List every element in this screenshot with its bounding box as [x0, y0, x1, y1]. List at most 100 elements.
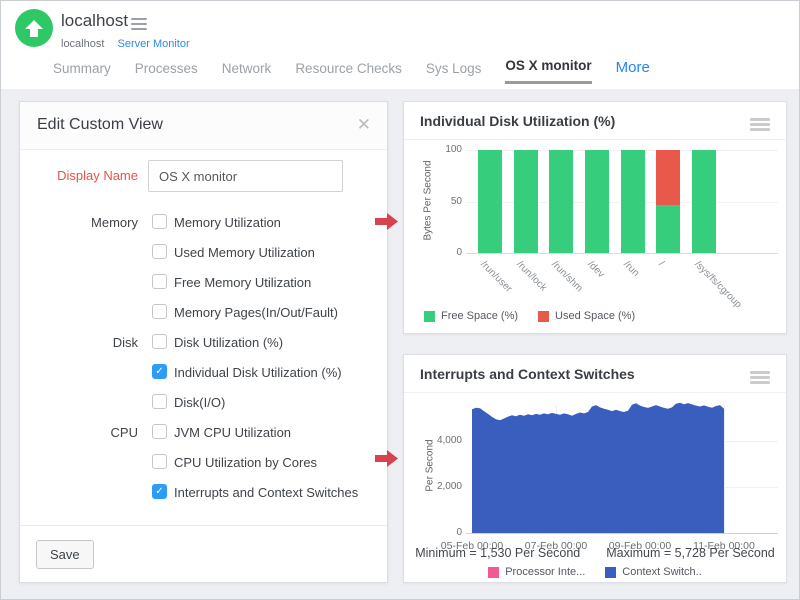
metric-row: Disk Disk Utilization (%) [20, 334, 387, 364]
minmax-row: Minimum = 1,530 Per Second Maximum = 5,7… [404, 546, 786, 560]
legend-swatch [605, 567, 616, 578]
tab-os-x-monitor[interactable]: OS X monitor [505, 58, 591, 84]
disk-utilization-card: Individual Disk Utilization (%) Bytes Pe… [403, 101, 787, 334]
checkbox-unchecked[interactable] [152, 214, 167, 229]
pointer-arrow-icon [375, 213, 398, 230]
x-tick-label: / [657, 259, 667, 269]
app-window: localhost localhost Server Monitor Summa… [0, 0, 800, 600]
pointer-arrow-icon [375, 450, 398, 467]
metric-list: MemoryMemory UtilizationUsed Memory Util… [20, 214, 387, 514]
x-tick-label: /dev [585, 259, 606, 280]
bar-free-space[interactable] [514, 150, 538, 253]
divider [404, 139, 786, 140]
metric-row: Disk(I/O) [20, 394, 387, 424]
maximum-value: Maximum = 5,728 Per Second [606, 546, 775, 560]
metric-label: Individual Disk Utilization (%) [174, 365, 342, 380]
chart-menu-icon[interactable] [750, 371, 770, 386]
checkbox-unchecked[interactable] [152, 454, 167, 469]
checkbox-unchecked[interactable] [152, 304, 167, 319]
dialog-title: Edit Custom View [37, 116, 163, 134]
legend-item: Processor Inte... [488, 566, 585, 578]
metric-row: Used Memory Utilization [20, 244, 387, 274]
tab-processes[interactable]: Processes [135, 61, 198, 84]
breadcrumb-server-monitor-link[interactable]: Server Monitor [117, 38, 189, 50]
checkbox-unchecked[interactable] [152, 244, 167, 259]
bar-free-space[interactable] [656, 205, 680, 253]
bar-free-space[interactable] [621, 150, 645, 253]
checkbox-unchecked[interactable] [152, 394, 167, 409]
bar-free-space[interactable] [478, 150, 502, 253]
dialog-header: Edit Custom View ✕ [20, 102, 387, 150]
x-axis-line [466, 533, 778, 534]
tab-sys-logs[interactable]: Sys Logs [426, 61, 482, 84]
legend-swatch [538, 311, 549, 322]
divider [404, 392, 786, 393]
legend-item: Free Space (%) [424, 310, 518, 322]
save-button[interactable]: Save [36, 540, 94, 569]
y-tick-label: 0 [428, 527, 462, 538]
page-header: localhost localhost Server Monitor Summa… [1, 1, 799, 89]
interrupts-card: Interrupts and Context Switches Per Seco… [403, 354, 787, 583]
checkbox-unchecked[interactable] [152, 274, 167, 289]
checkbox-unchecked[interactable] [152, 424, 167, 439]
tab-resource-checks[interactable]: Resource Checks [295, 61, 402, 84]
legend-swatch [424, 311, 435, 322]
close-icon[interactable]: ✕ [357, 115, 371, 135]
y-tick-label: 0 [428, 247, 462, 258]
y-tick-label: 50 [428, 196, 462, 207]
bar-free-space[interactable] [692, 150, 716, 253]
legend-label: Used Space (%) [555, 310, 635, 322]
minimum-value: Minimum = 1,530 Per Second [415, 546, 580, 560]
bar-free-space[interactable] [585, 150, 609, 253]
metric-row: Memory Pages(In/Out/Fault) [20, 304, 387, 334]
checkbox-checked[interactable]: ✓ [152, 484, 167, 499]
metric-row: CPU Utilization by Cores [20, 454, 387, 484]
up-arrow-icon [25, 20, 43, 37]
legend-item: Used Space (%) [538, 310, 635, 322]
metric-label: Memory Pages(In/Out/Fault) [174, 305, 338, 320]
x-axis-line [466, 253, 778, 254]
breadcrumb-host: localhost [61, 38, 104, 50]
title-hamburger-icon[interactable] [131, 18, 147, 33]
gridline [724, 405, 725, 533]
legend-label: Processor Inte... [505, 566, 585, 578]
metric-label: CPU Utilization by Cores [174, 455, 317, 470]
metric-row: MemoryMemory Utilization [20, 214, 387, 244]
tab-more[interactable]: More [616, 59, 650, 84]
legend-label: Free Space (%) [441, 310, 518, 322]
x-tick-label: /run/user [478, 259, 514, 295]
display-name-input[interactable] [148, 160, 343, 192]
x-tick-label: /run/lock [514, 259, 549, 294]
x-tick-label: /run/shm [550, 259, 585, 294]
x-tick-label: /sys/fs/cgroup [692, 259, 743, 310]
content-area: Edit Custom View ✕ Display Name MemoryMe… [1, 89, 799, 599]
checkbox-checked[interactable]: ✓ [152, 364, 167, 379]
metric-label: Used Memory Utilization [174, 245, 315, 260]
host-status-icon [15, 9, 53, 47]
legend-swatch [488, 567, 499, 578]
tab-network[interactable]: Network [222, 61, 272, 84]
metric-row: ✓ Individual Disk Utilization (%) [20, 364, 387, 394]
x-tick-label: /run [621, 259, 641, 279]
metric-row: CPUJVM CPU Utilization [20, 424, 387, 454]
bar-free-space[interactable] [549, 150, 573, 253]
tab-summary[interactable]: Summary [53, 61, 111, 84]
interrupts-legend: Processor Inte... Context Switch.. [404, 566, 786, 578]
disk-legend: Free Space (%) Used Space (%) [424, 310, 635, 322]
group-label: Memory [20, 215, 138, 230]
metric-label: Free Memory Utilization [174, 275, 311, 290]
legend-item: Context Switch.. [605, 566, 701, 578]
metric-label: Disk(I/O) [174, 395, 225, 410]
bar-used-space[interactable] [656, 150, 680, 205]
group-label: Disk [20, 335, 138, 350]
checkbox-unchecked[interactable] [152, 334, 167, 349]
y-tick-label: 100 [428, 144, 462, 155]
disk-chart-title: Individual Disk Utilization (%) [420, 113, 615, 129]
page-title: localhost [61, 11, 128, 31]
metric-row: Free Memory Utilization [20, 274, 387, 304]
chart-menu-icon[interactable] [750, 118, 770, 133]
context-switches-area[interactable] [472, 395, 724, 533]
metric-row: ✓Interrupts and Context Switches [20, 484, 387, 514]
metric-label: Disk Utilization (%) [174, 335, 283, 350]
legend-label: Context Switch.. [622, 566, 701, 578]
